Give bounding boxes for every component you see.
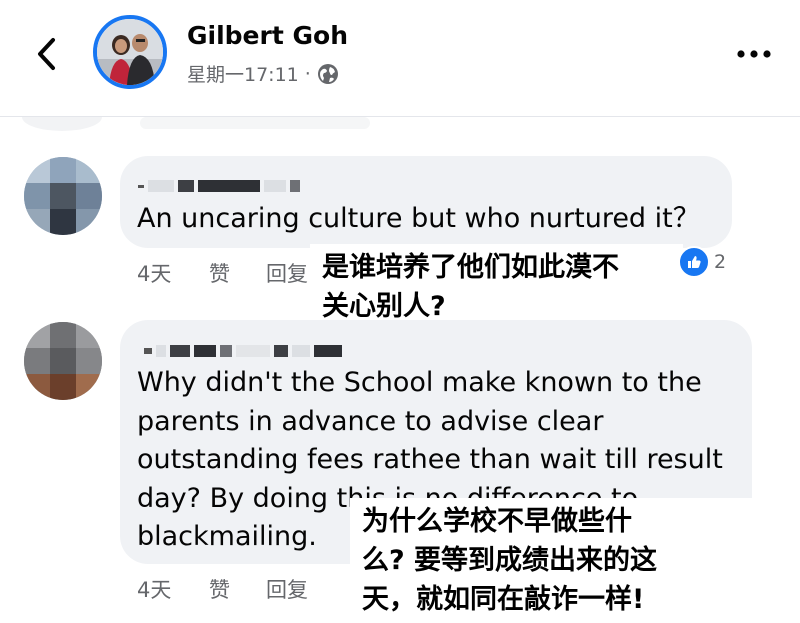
post-time[interactable]: 星期一17:11	[187, 60, 299, 87]
chevron-left-icon	[38, 38, 55, 70]
ellipsis-icon	[737, 50, 771, 58]
reply-action[interactable]: 回复	[266, 574, 308, 604]
comment-time[interactable]: 4天	[137, 258, 209, 288]
reaction-count: 2	[714, 251, 727, 273]
commenter-name-redacted[interactable]	[144, 343, 342, 359]
translation-line: 天，就如同在敲诈一样!	[362, 584, 645, 615]
poster-avatar[interactable]	[93, 15, 167, 89]
meta-separator: ·	[304, 62, 311, 85]
comment-text-line: An uncaring culture but who nurtured it？	[137, 203, 700, 234]
post-header: Gilbert Goh 星期一17:11 ·	[0, 0, 800, 117]
faded-previous-content	[22, 117, 370, 131]
commenter-name-redacted[interactable]	[138, 178, 300, 194]
reply-action[interactable]: 回复	[266, 258, 308, 288]
reaction-summary[interactable]: 2	[678, 246, 726, 278]
comment-actions: 4天 赞 回复	[137, 258, 308, 288]
poster-name[interactable]: Gilbert Goh	[187, 21, 348, 50]
comment-text: An uncaring culture but who nurtured it？	[137, 200, 700, 239]
comment-text-line: outstanding fees rathee than wait till r…	[137, 444, 723, 475]
comment-actions: 4天 赞 回复	[137, 574, 308, 604]
pixelated-avatar-image	[24, 157, 102, 235]
translation-overlay: 是谁培养了他们如此漠不 关心别人?	[310, 244, 683, 330]
post-meta: 星期一17:11 ·	[187, 60, 339, 87]
pixelated-avatar-image	[24, 322, 102, 400]
translation-line: 么? 要等到成绩出来的这	[362, 545, 658, 576]
more-options-button[interactable]	[734, 40, 774, 68]
like-action[interactable]: 赞	[209, 574, 266, 604]
like-action[interactable]: 赞	[209, 258, 266, 288]
like-icon	[678, 246, 710, 278]
poster-avatar-image	[97, 19, 163, 85]
comment-text-line: Why didn't the School make known to the	[137, 367, 702, 398]
comment-text-line: parents in advance to advise clear	[137, 405, 604, 437]
back-button[interactable]	[30, 38, 62, 70]
commenter-avatar[interactable]	[24, 157, 102, 235]
translation-line: 是谁培养了他们如此漠不	[322, 252, 619, 283]
comment-time[interactable]: 4天	[137, 574, 209, 604]
translation-overlay: 为什么学校不早做些什 么? 要等到成绩出来的这 天，就如同在敲诈一样!	[350, 498, 770, 623]
commenter-avatar[interactable]	[24, 322, 102, 400]
globe-icon	[317, 63, 338, 84]
translation-line: 为什么学校不早做些什	[362, 506, 632, 537]
